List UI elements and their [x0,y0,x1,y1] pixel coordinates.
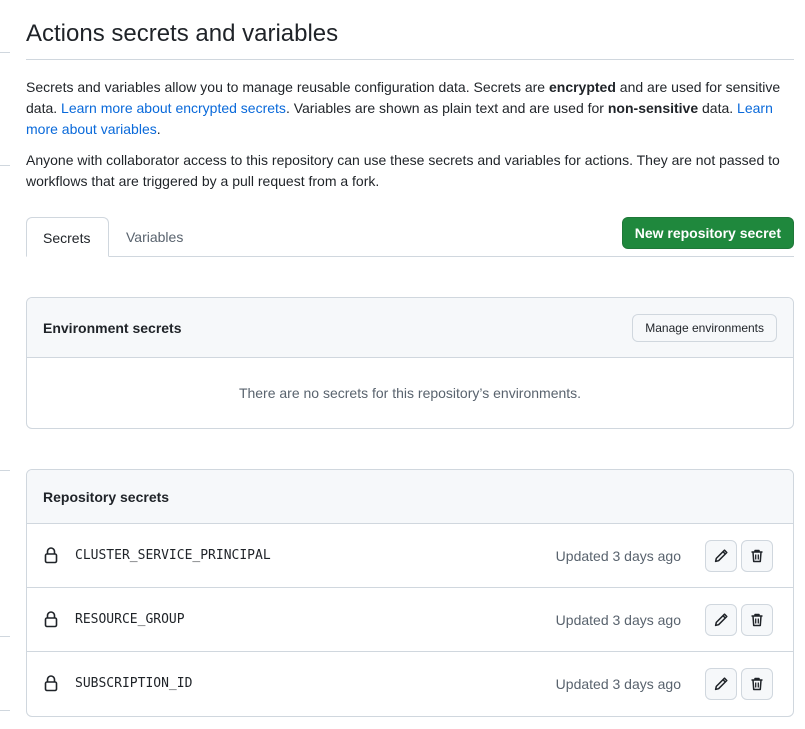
delete-secret-button[interactable] [741,540,773,572]
delete-secret-button[interactable] [741,668,773,700]
edit-secret-button[interactable] [705,540,737,572]
trash-icon [751,549,763,563]
tab-variables[interactable]: Variables [110,217,199,257]
encrypted-emphasis: encrypted [548,79,616,95]
secret-updated-time: Updated 3 days ago [555,548,681,564]
non-sensitive-emphasis: non-sensitive [607,100,699,116]
lock-icon [44,675,58,692]
edit-secret-button[interactable] [705,604,737,636]
pencil-icon [714,549,728,563]
page-title: Actions secrets and variables [26,20,339,47]
edit-secret-button[interactable] [705,668,737,700]
secret-name: SUBSCRIPTION_ID [75,676,193,691]
secret-row: SUBSCRIPTION_ID Updated 3 days ago [27,652,793,716]
secret-name: RESOURCE_GROUP [75,612,185,627]
intro-text-part: . [156,121,161,137]
trash-icon [751,677,763,691]
lock-icon [44,547,58,564]
repository-secrets-header: Repository secrets [27,470,793,524]
collaborator-note: Anyone with collaborator access to this … [26,152,780,189]
intro-text-part: data. [698,100,738,116]
repository-secrets-list: CLUSTER_SERVICE_PRINCIPAL Updated 3 days… [27,524,793,716]
nav-divider [0,165,10,166]
secret-updated-time: Updated 3 days ago [555,676,681,692]
nav-divider [0,52,10,53]
pencil-icon [714,677,728,691]
tab-bar: Secrets Variables New repository secret [26,217,794,257]
tab-secrets[interactable]: Secrets [26,217,109,257]
secret-name: CLUSTER_SERVICE_PRINCIPAL [75,548,271,563]
secret-updated-time: Updated 3 days ago [555,612,681,628]
environment-secrets-empty-message: There are no secrets for this repository… [238,385,582,401]
intro-text-part: Secrets and variables allow you to manag… [26,79,549,95]
manage-environments-button[interactable]: Manage environments [632,314,777,342]
delete-secret-button[interactable] [741,604,773,636]
trash-icon [751,613,763,627]
intro-text: Secrets and variables allow you to manag… [26,77,794,140]
environment-secrets-panel: Environment secrets Manage environments … [26,297,794,429]
environment-secrets-header: Environment secrets Manage environments [27,298,793,358]
nav-divider [0,470,10,471]
secret-row: CLUSTER_SERVICE_PRINCIPAL Updated 3 days… [27,524,793,588]
encrypted-secrets-link[interactable]: Learn more about encrypted secrets [61,100,286,116]
pencil-icon [714,613,728,627]
repository-secrets-panel: Repository secrets CLUSTER_SERVICE_PRINC… [26,469,794,717]
secret-row: RESOURCE_GROUP Updated 3 days ago [27,588,793,652]
intro-text-part: . Variables are shown as plain text and … [285,100,608,116]
nav-divider [0,710,10,711]
new-repository-secret-button[interactable]: New repository secret [621,217,794,249]
title-divider [26,59,794,60]
lock-icon [44,611,58,628]
nav-divider [0,636,10,637]
repository-secrets-title: Repository secrets [43,489,170,505]
environment-secrets-title: Environment secrets [43,320,182,336]
